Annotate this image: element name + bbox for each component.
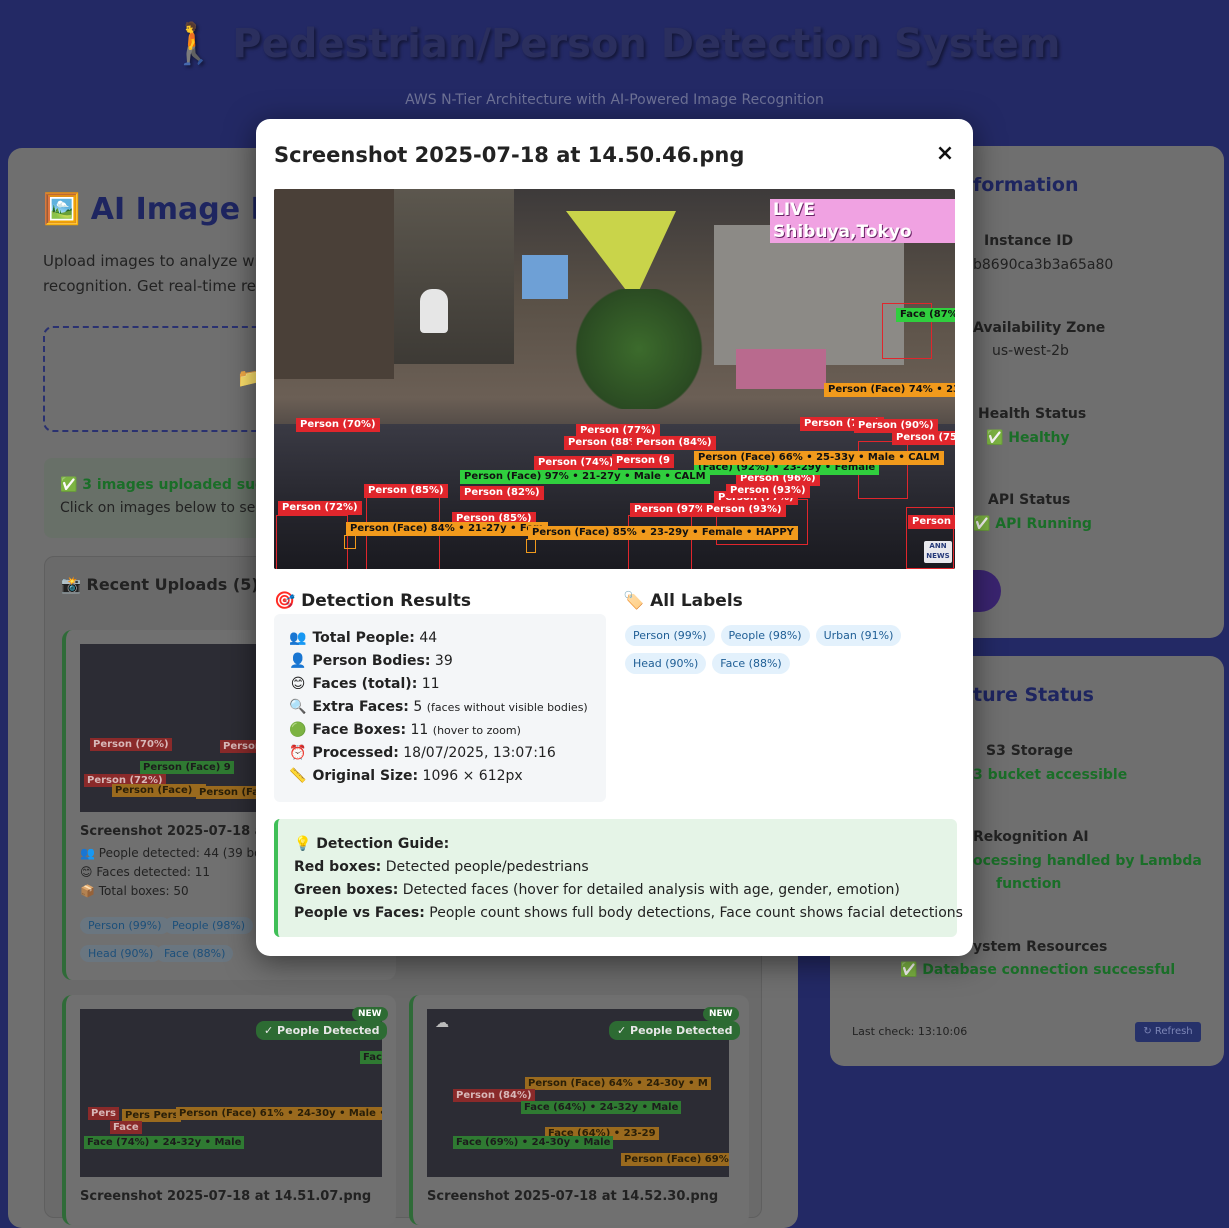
label-chip: People (98%) (720, 625, 810, 646)
label-chip: Head (90%) (625, 653, 707, 674)
extra-faces-row: 🔍 Extra Faces: 5 (faces without visible … (289, 699, 588, 715)
alarm-clock-icon: ⏰ (289, 745, 307, 761)
processed-row: ⏰ Processed: 18/07/2025, 13:07:16 (289, 745, 556, 761)
guide-green-boxes: Green boxes: Detected faces (hover for d… (294, 882, 900, 898)
person-label[interactable]: Person (82%) (460, 486, 544, 500)
image-detail-modal: Screenshot 2025-07-18 at 14.50.46.png × … (256, 119, 973, 956)
person-label[interactable]: Person (93%) (702, 503, 786, 517)
person-label[interactable]: Person (93%) (726, 484, 810, 498)
person-box[interactable] (276, 515, 348, 569)
ruler-icon: 📏 (289, 768, 307, 784)
person-label[interactable]: Person (84%) (632, 436, 716, 450)
faces-total-value: 11 (421, 676, 440, 692)
original-size-row: 📏 Original Size: 1096 × 612px (289, 768, 523, 784)
modal-title: Screenshot 2025-07-18 at 14.50.46.png (274, 143, 745, 167)
face-label[interactable]: Face (87% (896, 308, 955, 322)
label-chip: Face (88%) (712, 653, 790, 674)
close-button[interactable]: × (933, 141, 957, 167)
face-boxes-row: 🟢 Face Boxes: 11 (hover to zoom) (289, 722, 521, 738)
total-people-row: 👥 Total People: 44 (289, 630, 438, 646)
digital-billboard (566, 211, 676, 301)
tree-shape (574, 289, 704, 409)
face-box[interactable] (344, 535, 356, 549)
face-label[interactable]: Person (Face) 74% • 23- (824, 383, 955, 397)
original-size-value: 1096 × 612px (422, 768, 523, 784)
building-shape (714, 225, 904, 365)
guide-red-boxes: Red boxes: Detected people/pedestrians (294, 859, 589, 875)
face-boxes-value: 11 (410, 722, 429, 738)
extra-faces-note: (faces without visible bodies) (426, 701, 588, 714)
labels-list: Person (99%) People (98%) Urban (91%) Head … (623, 624, 953, 680)
smile-icon: 😊 (290, 676, 306, 692)
faces-total-row: 😊 Faces (total): 11 (288, 676, 440, 692)
building-shape (274, 189, 394, 379)
extra-faces-value: 5 (413, 699, 423, 715)
store-sign (736, 349, 826, 389)
face-boxes-note: (hover to zoom) (432, 724, 521, 737)
label-chip: Urban (91%) (815, 625, 902, 646)
person-label[interactable]: Person ( (908, 515, 955, 529)
person-label[interactable]: Person (74%) (534, 456, 618, 470)
guide-people-vs-faces: People vs Faces: People count shows full… (294, 905, 963, 921)
guide-title: 💡 Detection Guide: (294, 836, 450, 852)
person-label[interactable]: Person (70%) (296, 418, 380, 432)
annotated-image[interactable]: LIVE Shibuya,Tokyo ANN NEWS Person (70%)… (274, 189, 955, 569)
green-circle-icon: 🟢 (289, 722, 307, 738)
face-label[interactable]: Person (Face) 84% • 21-27y • Fem (346, 522, 548, 536)
detection-results-title: 🎯 Detection Results (274, 591, 472, 611)
person-label[interactable]: Person (72%) (278, 501, 362, 515)
face-label[interactable]: Person (Face) 97% • 21-27y • Male • CALM (460, 470, 710, 484)
building-shape (394, 189, 514, 364)
processed-value: 18/07/2025, 13:07:16 (403, 745, 556, 761)
face-label[interactable]: Person (Face) 85% • 23-29y • Female • HA… (528, 526, 798, 540)
person-label[interactable]: Person (97%) (630, 503, 714, 517)
all-labels-title: 🏷️ All Labels (623, 591, 743, 611)
total-people-value: 44 (419, 630, 438, 646)
street-lamp (420, 289, 448, 333)
magnifier-icon: 🔍 (289, 699, 307, 715)
person-label[interactable]: Person (85%) (364, 484, 448, 498)
billboard-shape (522, 255, 568, 299)
label-chip: Person (99%) (625, 625, 715, 646)
detection-results-panel: 👥 Total People: 44 👤 Person Bodies: 39 😊… (274, 614, 606, 802)
person-box[interactable] (628, 515, 692, 569)
detection-guide: 💡 Detection Guide: Red boxes: Detected p… (274, 819, 963, 937)
live-overlay-text: LIVE Shibuya,Tokyo (770, 199, 955, 243)
face-label[interactable]: Person (Face) 66% • 25-33y • Male • CALM (694, 451, 944, 465)
person-icon: 👤 (289, 653, 307, 669)
person-label[interactable]: Person (75%) (892, 431, 955, 445)
person-bodies-value: 39 (434, 653, 453, 669)
person-bodies-row: 👤 Person Bodies: 39 (289, 653, 453, 669)
face-box[interactable] (526, 539, 536, 553)
people-icon: 👥 (289, 630, 307, 646)
person-label[interactable]: Person (9 (612, 454, 674, 468)
